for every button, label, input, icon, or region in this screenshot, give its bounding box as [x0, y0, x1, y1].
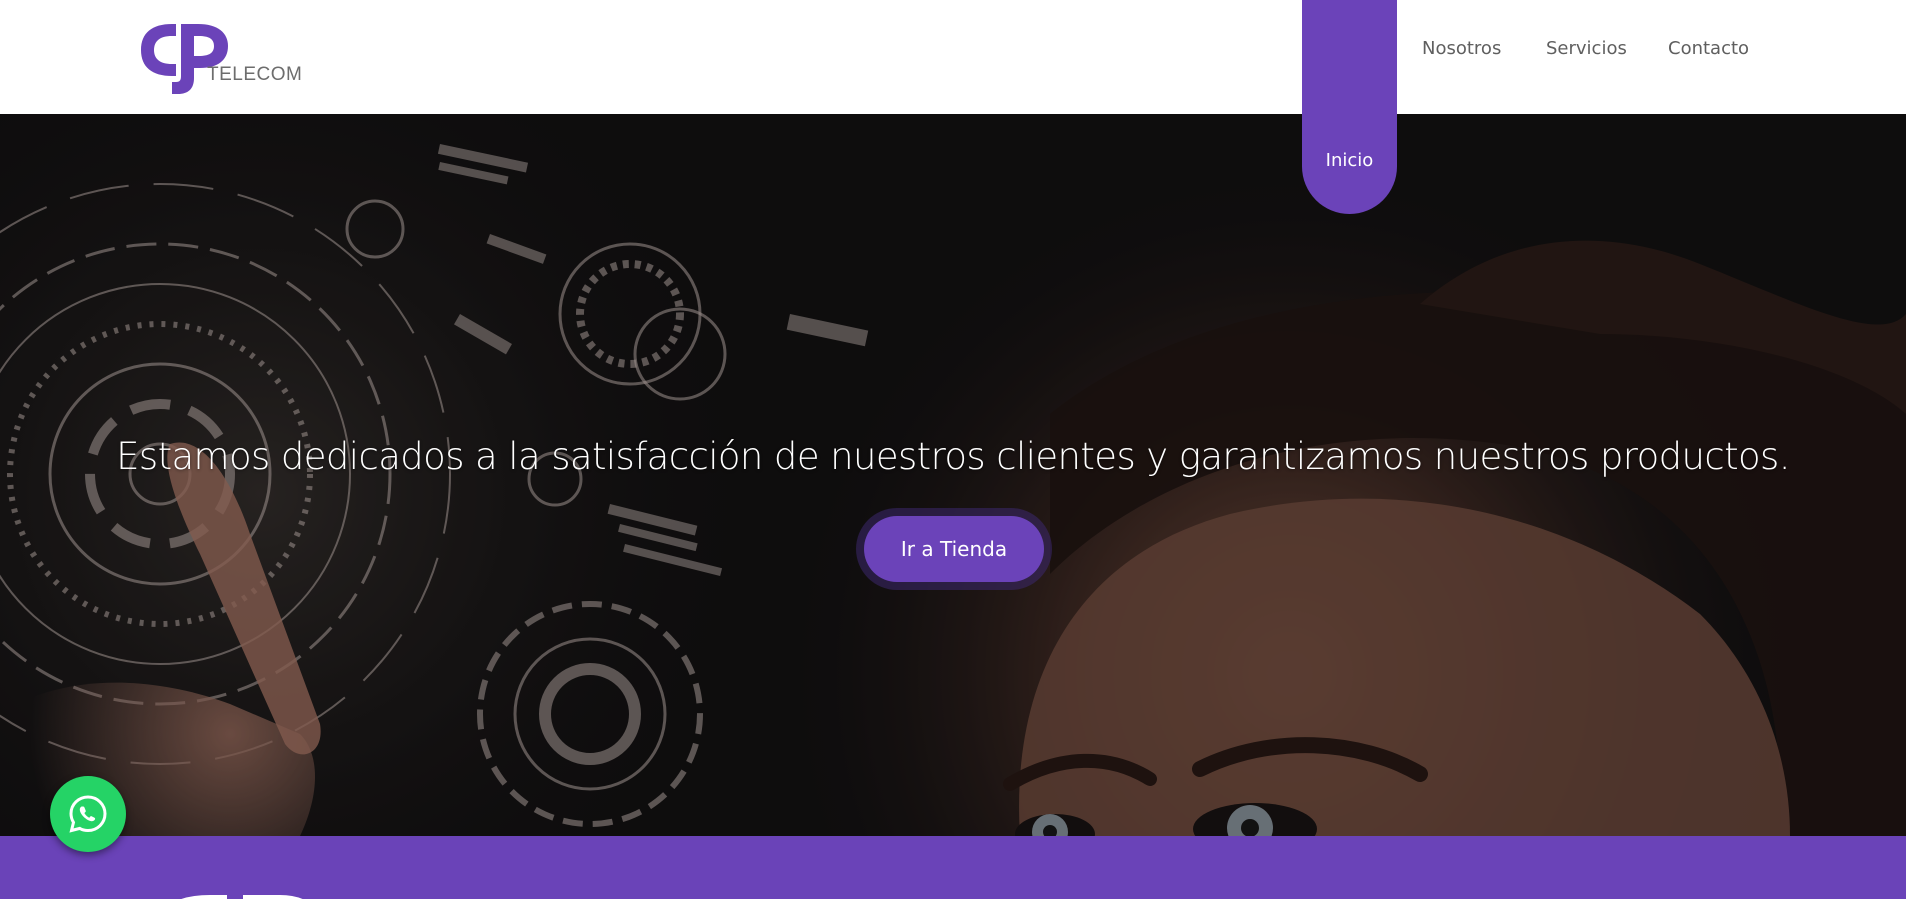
nav-item-nosotros[interactable]: Nosotros: [1422, 38, 1501, 59]
whatsapp-icon: [69, 795, 107, 833]
site-header: TELECOM Nosotros Servicios Contacto: [0, 0, 1906, 114]
site-footer: [0, 836, 1906, 899]
nav-item-inicio[interactable]: Inicio: [1302, 0, 1397, 214]
go-to-store-button[interactable]: Ir a Tienda: [864, 516, 1044, 582]
nav-item-servicios[interactable]: Servicios: [1546, 38, 1627, 59]
hero-headline: Estamos dedicados a la satisfacción de n…: [116, 434, 1790, 478]
nav-item-contacto[interactable]: Contacto: [1668, 38, 1749, 59]
nav-item-inicio-label: Inicio: [1325, 150, 1374, 171]
brand-logo[interactable]: TELECOM: [138, 16, 302, 96]
whatsapp-chat-button[interactable]: [50, 776, 126, 852]
hero-banner: Estamos dedicados a la satisfacción de n…: [0, 114, 1906, 836]
brand-logo-text: TELECOM: [207, 64, 303, 85]
footer-logo-mark: [181, 895, 303, 899]
